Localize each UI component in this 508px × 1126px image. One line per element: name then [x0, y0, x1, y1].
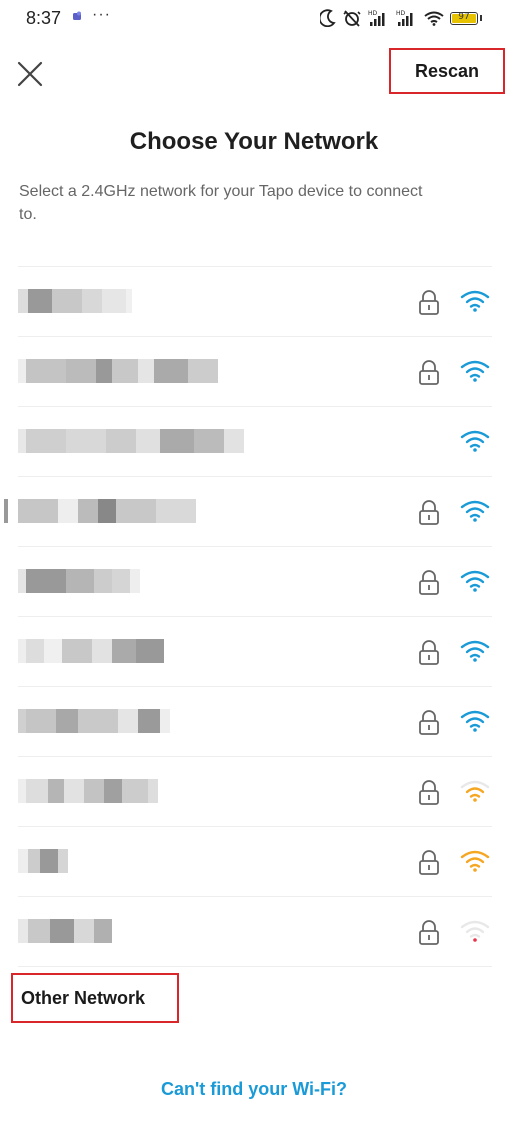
wifi-signal-icon [460, 920, 490, 942]
wifi-signal-icon [460, 500, 490, 522]
network-name-blurred [18, 569, 140, 593]
network-item[interactable] [18, 686, 492, 756]
wifi-signal-icon [460, 780, 490, 802]
network-name-blurred [18, 429, 244, 453]
network-item[interactable] [18, 336, 492, 406]
wifi-status-icon [424, 11, 444, 26]
network-list [4, 266, 492, 967]
page-subtitle: Select a 2.4GHz network for your Tapo de… [19, 183, 423, 223]
status-time: 8:37 [26, 8, 62, 28]
network-item[interactable] [4, 476, 492, 546]
wifi-signal-icon [460, 430, 490, 452]
lock-icon [419, 850, 439, 875]
wifi-signal-icon [460, 850, 490, 872]
network-name-blurred [18, 639, 164, 663]
cant-find-wifi-link[interactable]: Can't find your Wi-Fi? [0, 1079, 508, 1100]
battery-level: 97 [458, 11, 470, 22]
signal-hd-2-icon: HD [396, 10, 413, 26]
page-title: Choose Your Network [129, 128, 379, 155]
lock-icon [419, 640, 439, 665]
wifi-signal-icon [460, 570, 490, 592]
network-name-blurred [4, 499, 196, 523]
network-item[interactable] [18, 266, 492, 336]
network-item[interactable] [18, 896, 492, 967]
lock-icon [419, 500, 439, 525]
wifi-signal-icon [460, 290, 490, 312]
lock-icon [419, 920, 439, 945]
close-icon[interactable] [16, 60, 44, 88]
alarm-off-icon [343, 10, 361, 27]
wifi-signal-icon [460, 360, 490, 382]
lock-icon [419, 290, 439, 315]
svg-text:HD: HD [368, 10, 378, 17]
wifi-signal-icon [460, 710, 490, 732]
network-name-blurred [18, 359, 218, 383]
more-notifications-icon: ··· [92, 6, 111, 23]
moon-icon [320, 9, 336, 27]
lock-icon [419, 780, 439, 805]
lock-icon [419, 360, 439, 385]
network-item[interactable] [18, 616, 492, 686]
network-item[interactable] [18, 406, 492, 476]
network-item[interactable] [18, 826, 492, 896]
status-bar: 8:37 ··· HD HD 97 [0, 0, 508, 36]
network-name-blurred [18, 289, 132, 313]
rescan-button[interactable]: Rescan [389, 48, 505, 94]
network-name-blurred [18, 779, 158, 803]
battery-icon: 97 [450, 11, 478, 25]
network-item[interactable] [18, 756, 492, 826]
lock-icon [419, 570, 439, 595]
network-name-blurred [18, 919, 112, 943]
status-icons: HD HD 97 [320, 8, 482, 28]
teams-notification-icon [73, 11, 81, 20]
other-network-button[interactable]: Other Network [11, 973, 179, 1023]
network-item[interactable] [18, 546, 492, 616]
wifi-signal-icon [460, 640, 490, 662]
network-name-blurred [18, 709, 170, 733]
svg-text:HD: HD [396, 10, 406, 17]
signal-hd-1-icon: HD [368, 10, 385, 26]
battery-tip [480, 15, 482, 21]
network-name-blurred [18, 849, 68, 873]
lock-icon [419, 710, 439, 735]
